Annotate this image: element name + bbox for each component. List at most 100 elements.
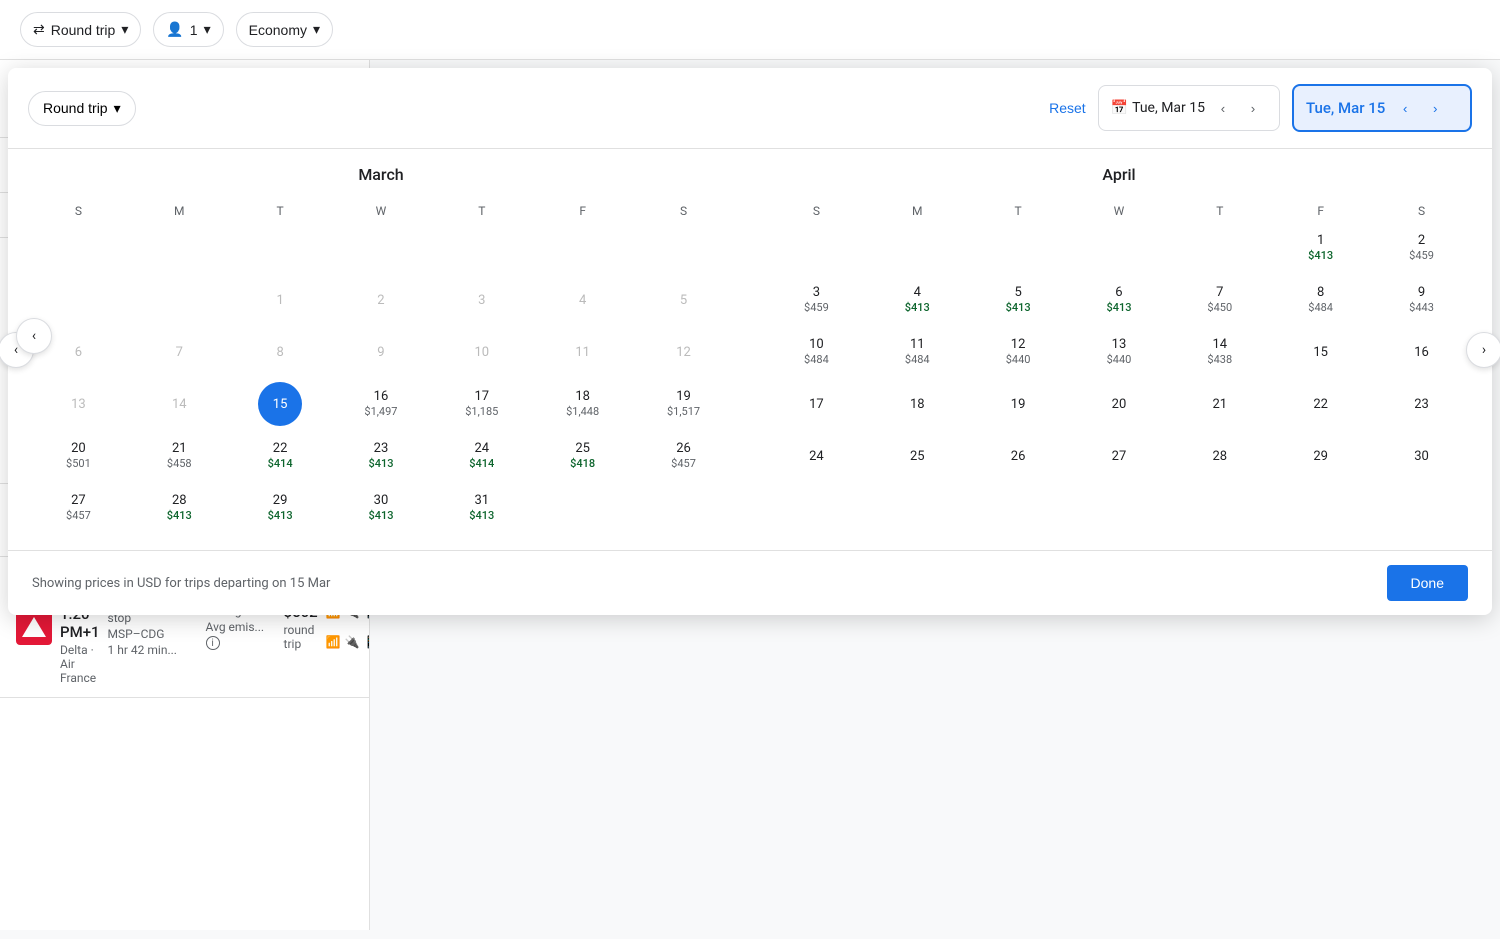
calendar-overlay: Round trip ▾ Reset 📅 Tue, Mar 15 ‹ › Tue…: [8, 68, 1492, 615]
calendar-day-cell[interactable]: 1$413: [1270, 222, 1371, 274]
calendar-day-cell[interactable]: 9$443: [1371, 274, 1472, 326]
calendar-day-cell[interactable]: 12: [633, 326, 734, 378]
departure-date-label: Tue, Mar 15: [1132, 100, 1205, 116]
calendar-day-cell[interactable]: 24: [766, 430, 867, 482]
calendar-day-cell[interactable]: 17: [766, 378, 867, 430]
calendar-day-cell[interactable]: 17$1,185: [431, 378, 532, 430]
calendar-day-cell[interactable]: 16: [1371, 326, 1472, 378]
calendar-day-cell: [331, 222, 432, 274]
calendar-day-cell[interactable]: 3$459: [766, 274, 867, 326]
calendar-day-cell[interactable]: 13$440: [1069, 326, 1170, 378]
calendar-day-cell[interactable]: 8$484: [1270, 274, 1371, 326]
flight-3-emission-info[interactable]: i: [206, 636, 220, 650]
calendar-day-cell: [867, 222, 968, 274]
calendar-day-cell[interactable]: 22$414: [230, 430, 331, 482]
calendar-day-cell[interactable]: 10$484: [766, 326, 867, 378]
calendar-day-cell[interactable]: 21$458: [129, 430, 230, 482]
calendar-day-cell[interactable]: 26: [968, 430, 1069, 482]
calendar-day-cell[interactable]: 18: [867, 378, 968, 430]
calendar-trip-type-label: Round trip: [43, 100, 108, 116]
departure-date-nav: ‹ ›: [1209, 94, 1267, 122]
calendar-day-cell[interactable]: 15: [1270, 326, 1371, 378]
march-col-thu: T: [431, 200, 532, 222]
passengers-button[interactable]: 👤 1 ▾: [153, 12, 223, 47]
departure-date-prev-button[interactable]: ‹: [1209, 94, 1237, 122]
calendar-day-cell[interactable]: 7$450: [1169, 274, 1270, 326]
calendar-day-cell[interactable]: 25: [867, 430, 968, 482]
calendar-day-cell[interactable]: 13: [28, 378, 129, 430]
calendar-day-cell[interactable]: 4$413: [867, 274, 968, 326]
back-chevron-icon: ‹: [32, 328, 36, 344]
calendar-day-cell[interactable]: 2$459: [1371, 222, 1472, 274]
return-date-next-button[interactable]: ›: [1421, 94, 1449, 122]
flight-3-stop-time: 1 hr 42 min...: [108, 643, 177, 657]
calendar-day-cell[interactable]: 9: [331, 326, 432, 378]
calendar-day-cell[interactable]: 25$418: [532, 430, 633, 482]
calendar-day-cell[interactable]: 1: [230, 274, 331, 326]
april-col-sat: S: [1371, 200, 1472, 222]
return-date-input[interactable]: Tue, Mar 15 ‹ ›: [1292, 84, 1472, 132]
calendar-day-cell[interactable]: 29$413: [230, 482, 331, 534]
calendar-week-row: 10$48411$48412$44013$44014$4381516: [766, 326, 1472, 378]
march-header-row: S M T W T F S: [28, 200, 734, 222]
calendar-day-cell[interactable]: 5: [633, 274, 734, 326]
calendar-trip-type-button[interactable]: Round trip ▾: [28, 91, 136, 126]
calendar-day-cell[interactable]: 23$413: [331, 430, 432, 482]
calendar-day-cell[interactable]: 18$1,448: [532, 378, 633, 430]
calendar-day-cell[interactable]: 6$413: [1069, 274, 1170, 326]
calendar-day-cell[interactable]: 12$440: [968, 326, 1069, 378]
return-date-prev-button[interactable]: ‹: [1391, 94, 1419, 122]
calendar-week-row: 13141516$1,49717$1,18518$1,44819$1,517: [28, 378, 734, 430]
calendar-day-cell[interactable]: 5$413: [968, 274, 1069, 326]
calendar-day-cell[interactable]: 3: [431, 274, 532, 326]
cabin-class-button[interactable]: Economy ▾: [236, 12, 333, 47]
top-bar: ⇄ Round trip ▾ 👤 1 ▾ Economy ▾: [0, 0, 1500, 60]
calendar-day-cell[interactable]: 30$413: [331, 482, 432, 534]
calendar-day-cell: [28, 274, 129, 326]
main-content: Minneapolis ⊞ All filters Stops ▾ Airlin…: [0, 60, 1500, 930]
calendar-day-cell[interactable]: 20$501: [28, 430, 129, 482]
calendar-day-cell[interactable]: 29: [1270, 430, 1371, 482]
round-trip-button[interactable]: ⇄ Round trip ▾: [20, 12, 141, 47]
calendar-day-cell: [1169, 222, 1270, 274]
calendar-day-cell[interactable]: 19: [968, 378, 1069, 430]
departure-date-input[interactable]: 📅 Tue, Mar 15 ‹ ›: [1098, 85, 1280, 131]
calendar-day-cell[interactable]: 4: [532, 274, 633, 326]
calendar-day-cell[interactable]: 27: [1069, 430, 1170, 482]
april-grid: S M T W T F S 1$4132$4593$4594$4135$4136…: [766, 200, 1472, 482]
calendar-day-cell[interactable]: 23: [1371, 378, 1472, 430]
calendar-day-cell[interactable]: 7: [129, 326, 230, 378]
flight-3-route: MSP–CDG: [108, 627, 165, 641]
calendar-day-cell[interactable]: 28: [1169, 430, 1270, 482]
march-title: March: [28, 165, 734, 184]
departure-date-next-button[interactable]: ›: [1239, 94, 1267, 122]
calendar-day-cell[interactable]: 21: [1169, 378, 1270, 430]
march-col-fri: F: [532, 200, 633, 222]
calendar-day-cell[interactable]: 15: [230, 378, 331, 430]
calendar-day-cell[interactable]: 31$413: [431, 482, 532, 534]
done-button[interactable]: Done: [1387, 565, 1468, 601]
back-button[interactable]: ‹: [16, 318, 52, 354]
calendar-day-cell[interactable]: 28$413: [129, 482, 230, 534]
calendar-day-cell[interactable]: 14$438: [1169, 326, 1270, 378]
calendar-day-cell[interactable]: 19$1,517: [633, 378, 734, 430]
calendar-day-cell[interactable]: 8: [230, 326, 331, 378]
calendar-day-cell[interactable]: 11: [532, 326, 633, 378]
calendar-day-cell[interactable]: 27$457: [28, 482, 129, 534]
calendar-day-cell[interactable]: 14: [129, 378, 230, 430]
calendar-week-row: 27$45728$41329$41330$41331$413: [28, 482, 734, 534]
calendar-day-cell[interactable]: 20: [1069, 378, 1170, 430]
calendar-day-cell[interactable]: 16$1,497: [331, 378, 432, 430]
april-body: 1$4132$459 3$4594$4135$4136$4137$4508$484…: [766, 222, 1472, 482]
calendar-day-cell[interactable]: 10: [431, 326, 532, 378]
calendar-day-cell[interactable]: 30: [1371, 430, 1472, 482]
calendar-day-cell[interactable]: 26$457: [633, 430, 734, 482]
calendar-day-cell[interactable]: 2: [331, 274, 432, 326]
calendar-day-cell: [230, 222, 331, 274]
calendar-next-month-button[interactable]: ›: [1466, 332, 1500, 368]
calendar-day-cell[interactable]: 24$414: [431, 430, 532, 482]
calendar-day-cell[interactable]: 22: [1270, 378, 1371, 430]
reset-button[interactable]: Reset: [1049, 100, 1086, 116]
calendar-day-cell[interactable]: 11$484: [867, 326, 968, 378]
power-icon-2: 🔌: [345, 635, 360, 649]
